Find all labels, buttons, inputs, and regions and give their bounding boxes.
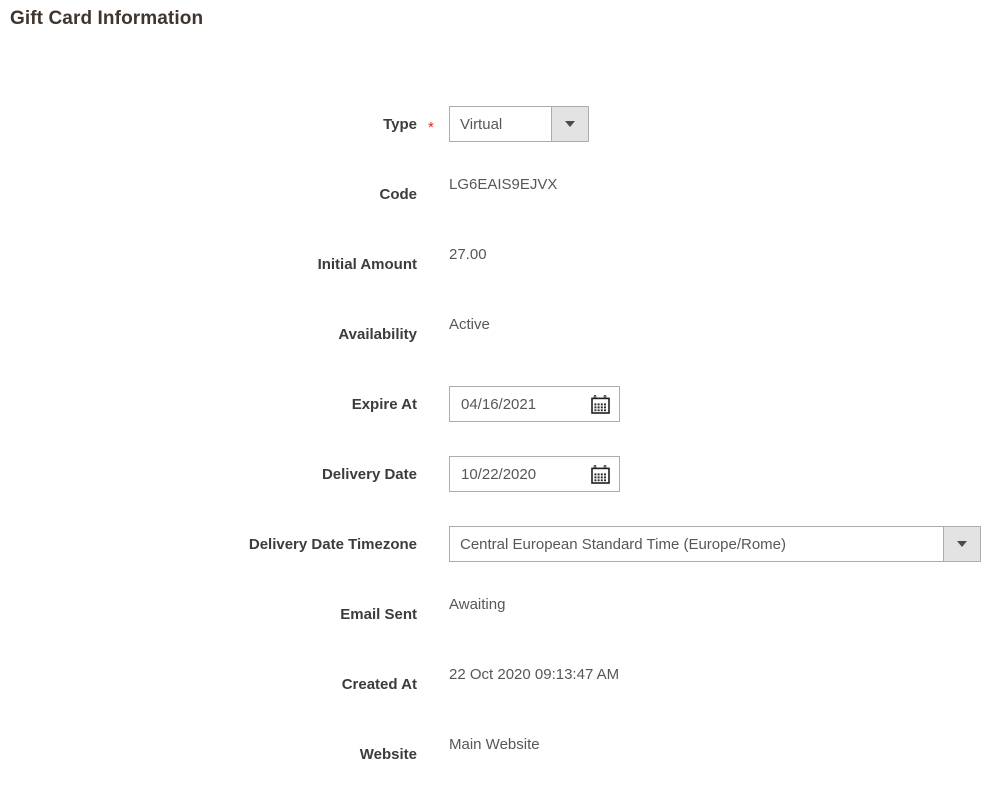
label-expire-at: Expire At: [351, 396, 417, 413]
field-row-availability: Availability Active: [0, 310, 992, 380]
caret-shape: [565, 121, 575, 127]
field-row-initial-amount: Initial Amount 27.00: [0, 240, 992, 310]
required-marker-type: *: [428, 119, 434, 136]
date-input-delivery-date-value[interactable]: 10/22/2020: [450, 466, 591, 483]
date-input-delivery-date[interactable]: 10/22/2020: [449, 456, 620, 492]
field-row-expire-at: Expire At 04/16/2021: [0, 380, 992, 450]
select-delivery-date-timezone-value: Central European Standard Time (Europe/R…: [460, 535, 787, 553]
label-initial-amount: Initial Amount: [317, 256, 417, 273]
label-availability: Availability: [338, 326, 417, 343]
field-row-delivery-date: Delivery Date 10/22/2020: [0, 450, 992, 520]
gift-card-information-form: Type * Virtual Code LG6EAIS9EJVX Initial…: [0, 100, 992, 800]
select-delivery-date-timezone[interactable]: Central European Standard Time (Europe/R…: [449, 526, 981, 562]
value-code: LG6EAIS9EJVX: [449, 176, 558, 193]
caret-shape: [957, 541, 967, 547]
field-row-code: Code LG6EAIS9EJVX: [0, 170, 992, 240]
label-created-at: Created At: [341, 676, 417, 693]
date-input-expire-at-value[interactable]: 04/16/2021: [450, 396, 591, 413]
calendar-icon[interactable]: [591, 394, 619, 414]
field-row-created-at: Created At 22 Oct 2020 09:13:47 AM: [0, 660, 992, 730]
value-initial-amount: 27.00: [449, 246, 487, 263]
date-input-expire-at[interactable]: 04/16/2021: [449, 386, 620, 422]
label-type: Type: [383, 116, 417, 133]
select-type-value: Virtual: [460, 115, 503, 133]
label-delivery-date: Delivery Date: [321, 466, 417, 483]
label-code: Code: [379, 186, 418, 203]
select-type[interactable]: Virtual: [449, 106, 589, 142]
value-availability: Active: [449, 316, 490, 333]
page-title: Gift Card Information: [10, 8, 204, 29]
chevron-down-icon[interactable]: [943, 527, 980, 561]
value-website: Main Website: [449, 736, 540, 753]
label-delivery-date-timezone: Delivery Date Timezone: [248, 536, 417, 553]
field-row-type: Type * Virtual: [0, 100, 992, 170]
field-row-website: Website Main Website: [0, 730, 992, 800]
field-row-delivery-date-timezone: Delivery Date Timezone Central European …: [0, 520, 992, 590]
chevron-down-icon[interactable]: [551, 107, 588, 141]
label-email-sent: Email Sent: [340, 606, 417, 623]
calendar-icon[interactable]: [591, 464, 619, 484]
value-email-sent: Awaiting: [449, 596, 506, 613]
label-website: Website: [359, 746, 417, 763]
field-row-email-sent: Email Sent Awaiting: [0, 590, 992, 660]
value-created-at: 22 Oct 2020 09:13:47 AM: [449, 666, 620, 683]
